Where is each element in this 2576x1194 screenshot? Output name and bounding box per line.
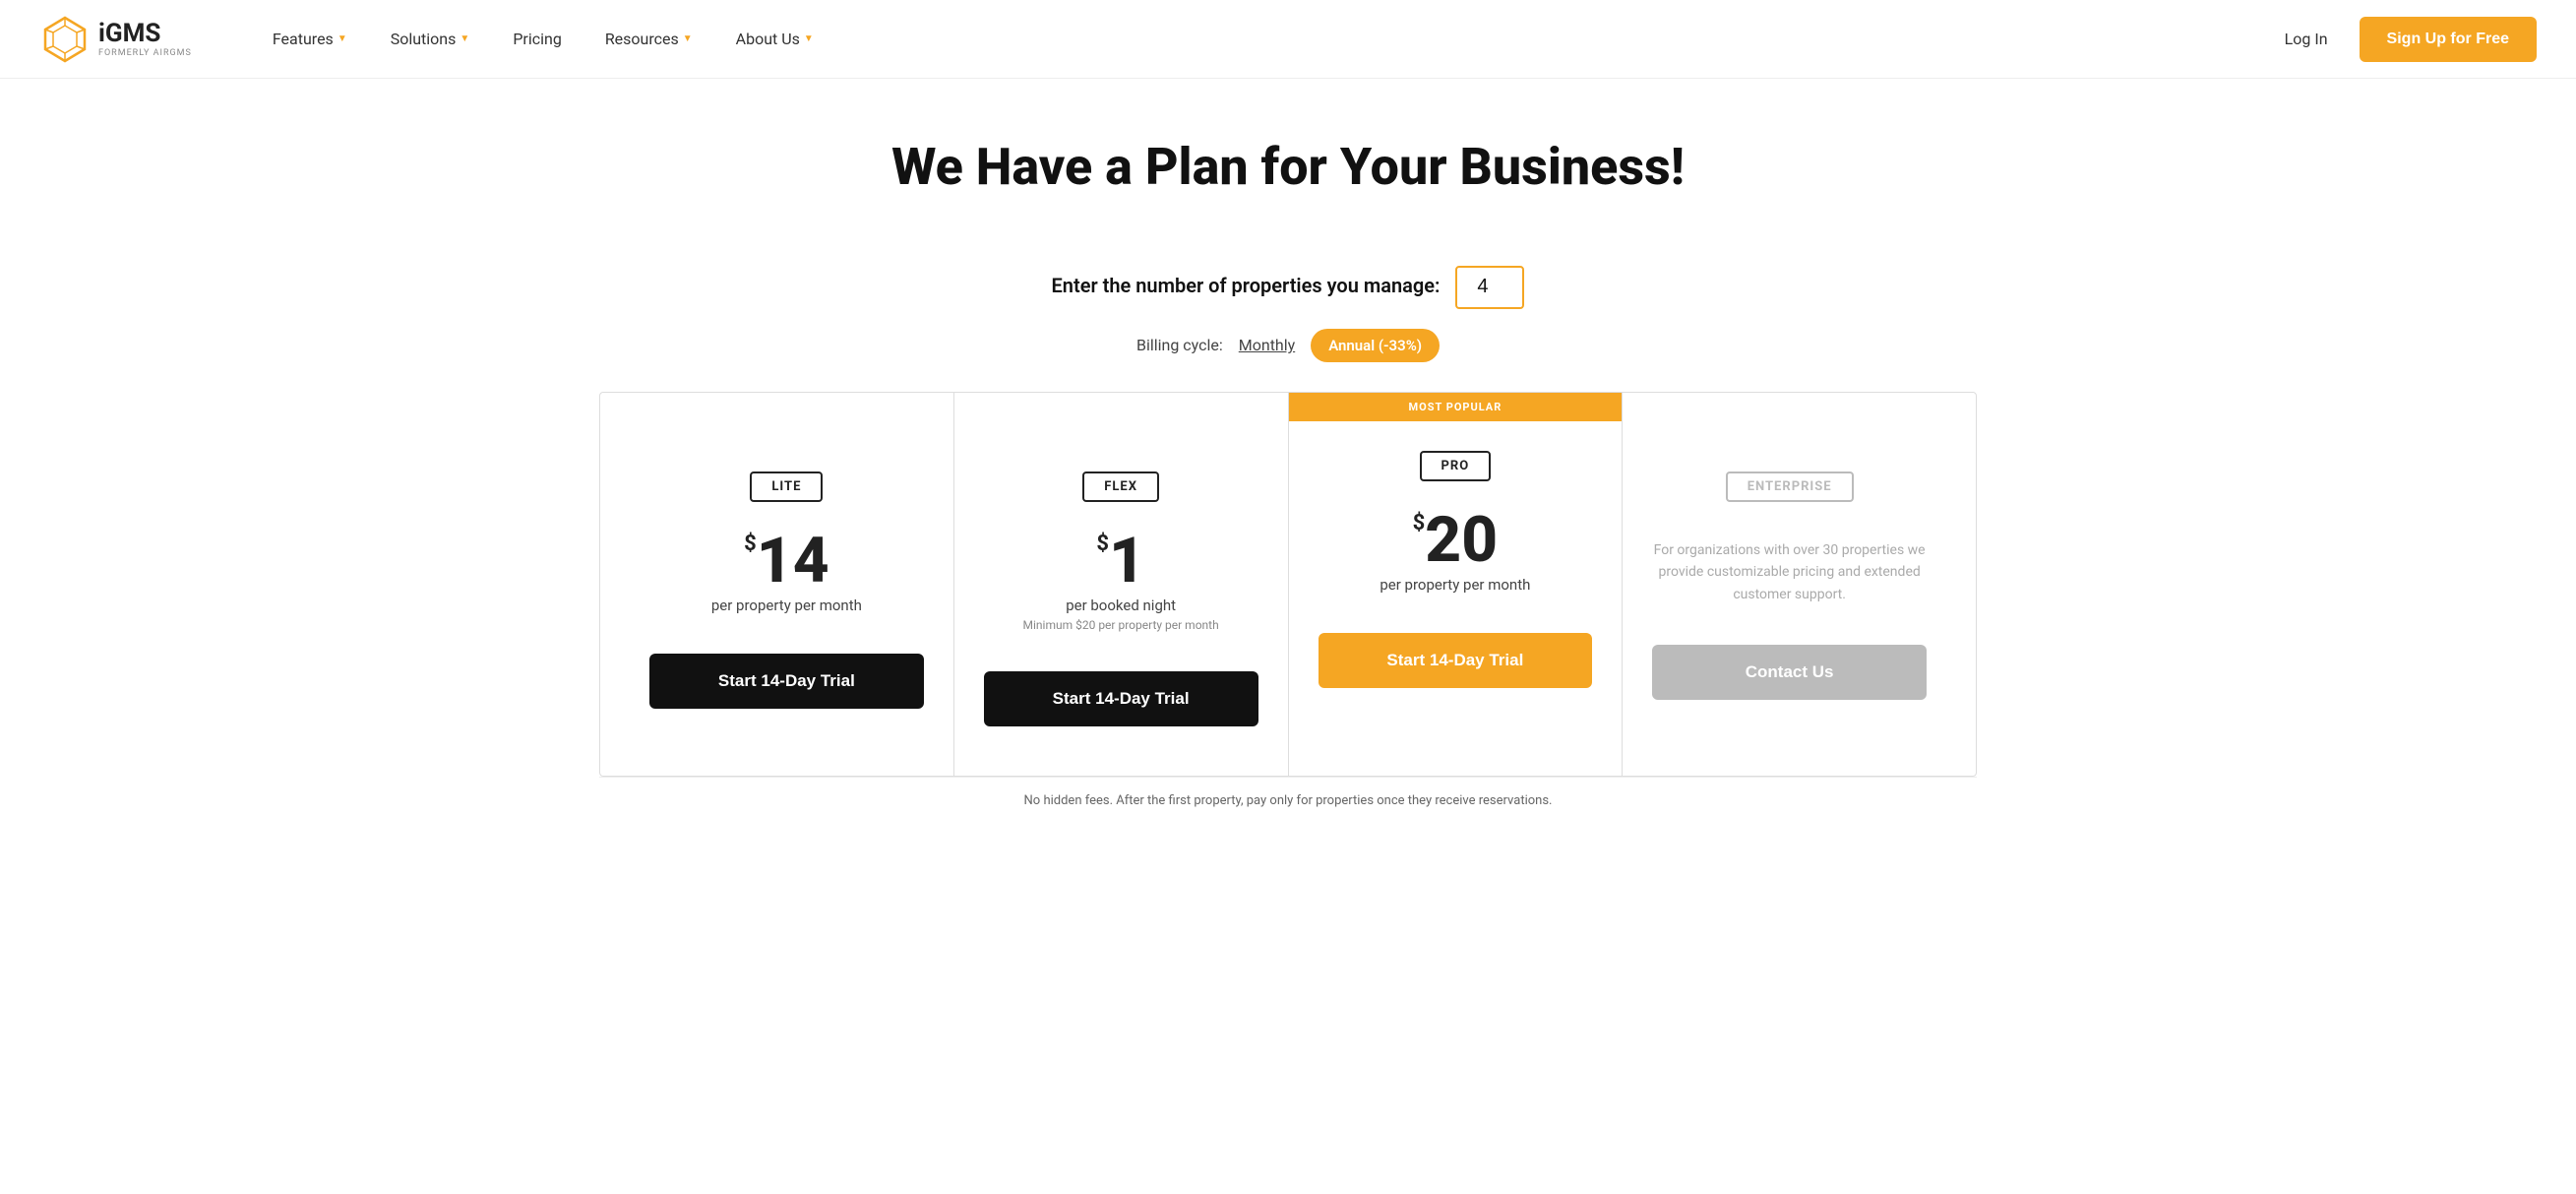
plan-price-lite: $14 per property per month	[649, 530, 924, 614]
popular-spacer	[1652, 432, 1927, 471]
plan-pro: MOST POPULAR PRO $20 per property per mo…	[1289, 393, 1624, 776]
billing-section: Billing cycle: Monthly Annual (-33%)	[0, 329, 2576, 362]
plan-amount-flex: 1	[1109, 524, 1145, 597]
chevron-down-icon: ▼	[337, 33, 347, 44]
nav-actions: Log In Sign Up for Free	[2273, 17, 2537, 62]
plan-note-flex: Minimum $20 per property per month	[984, 618, 1258, 632]
properties-input[interactable]	[1455, 266, 1524, 309]
navbar: iGMS FORMERLY AIRGMS Features ▼ Solution…	[0, 0, 2576, 79]
nav-about[interactable]: About Us ▼	[714, 0, 835, 79]
most-popular-badge: MOST POPULAR	[1289, 393, 1623, 421]
nav-solutions[interactable]: Solutions ▼	[369, 0, 492, 79]
plan-unit-flex: per booked night	[984, 597, 1258, 614]
nav-features[interactable]: Features ▼	[251, 0, 369, 79]
billing-monthly-toggle[interactable]: Monthly	[1239, 336, 1295, 354]
logo-icon	[39, 14, 91, 65]
plan-dollar-pro: $	[1413, 511, 1426, 535]
logo[interactable]: iGMS FORMERLY AIRGMS	[39, 14, 192, 65]
popular-spacer	[649, 432, 924, 471]
properties-label: Enter the number of properties you manag…	[1052, 274, 1441, 297]
plan-cta-lite[interactable]: Start 14-Day Trial	[649, 654, 924, 709]
footer-note: No hidden fees. After the first property…	[599, 777, 1977, 824]
plan-cta-enterprise[interactable]: Contact Us	[1652, 645, 1927, 700]
hero-title: We Have a Plan for Your Business!	[20, 138, 2556, 197]
plan-amount-pro: 20	[1425, 503, 1498, 577]
chevron-down-icon: ▼	[683, 33, 693, 44]
popular-spacer	[984, 432, 1258, 471]
pricing-cards: LITE $14 per property per month Start 14…	[599, 392, 1977, 777]
login-button[interactable]: Log In	[2273, 22, 2340, 56]
plan-amount-lite: 14	[757, 524, 829, 597]
plan-name-lite: LITE	[750, 471, 823, 502]
chevron-down-icon: ▼	[460, 33, 469, 44]
enterprise-desc: For organizations with over 30 propertie…	[1652, 539, 1927, 605]
plan-dollar-lite: $	[744, 532, 757, 556]
plan-enterprise: ENTERPRISE For organizations with over 3…	[1623, 393, 1956, 776]
signup-button[interactable]: Sign Up for Free	[2360, 17, 2537, 62]
logo-title: iGMS	[98, 21, 192, 46]
plan-name-pro: PRO	[1420, 451, 1492, 481]
plan-unit-lite: per property per month	[649, 597, 924, 614]
plan-cta-flex[interactable]: Start 14-Day Trial	[984, 671, 1258, 726]
properties-section: Enter the number of properties you manag…	[0, 266, 2576, 309]
plan-cta-pro[interactable]: Start 14-Day Trial	[1319, 633, 1593, 688]
billing-cycle-label: Billing cycle:	[1136, 336, 1223, 354]
nav-pricing[interactable]: Pricing	[491, 0, 583, 79]
plan-lite: LITE $14 per property per month Start 14…	[620, 393, 954, 776]
plan-flex: FLEX $1 per booked night Minimum $20 per…	[954, 393, 1289, 776]
chevron-down-icon: ▼	[804, 33, 814, 44]
nav-resources[interactable]: Resources ▼	[583, 0, 714, 79]
plan-dollar-flex: $	[1096, 532, 1109, 556]
billing-annual-toggle[interactable]: Annual (-33%)	[1311, 329, 1440, 362]
plan-price-flex: $1 per booked night Minimum $20 per prop…	[984, 530, 1258, 632]
plan-price-pro: $20 per property per month	[1319, 509, 1593, 594]
logo-subtitle: FORMERLY AIRGMS	[98, 48, 192, 58]
nav-links: Features ▼ Solutions ▼ Pricing Resources…	[251, 0, 2273, 79]
plan-name-enterprise: ENTERPRISE	[1726, 471, 1854, 502]
plan-name-flex: FLEX	[1082, 471, 1159, 502]
plan-unit-pro: per property per month	[1319, 576, 1593, 594]
plan-price-enterprise: For organizations with over 30 propertie…	[1652, 539, 1927, 605]
hero-section: We Have a Plan for Your Business!	[0, 79, 2576, 226]
